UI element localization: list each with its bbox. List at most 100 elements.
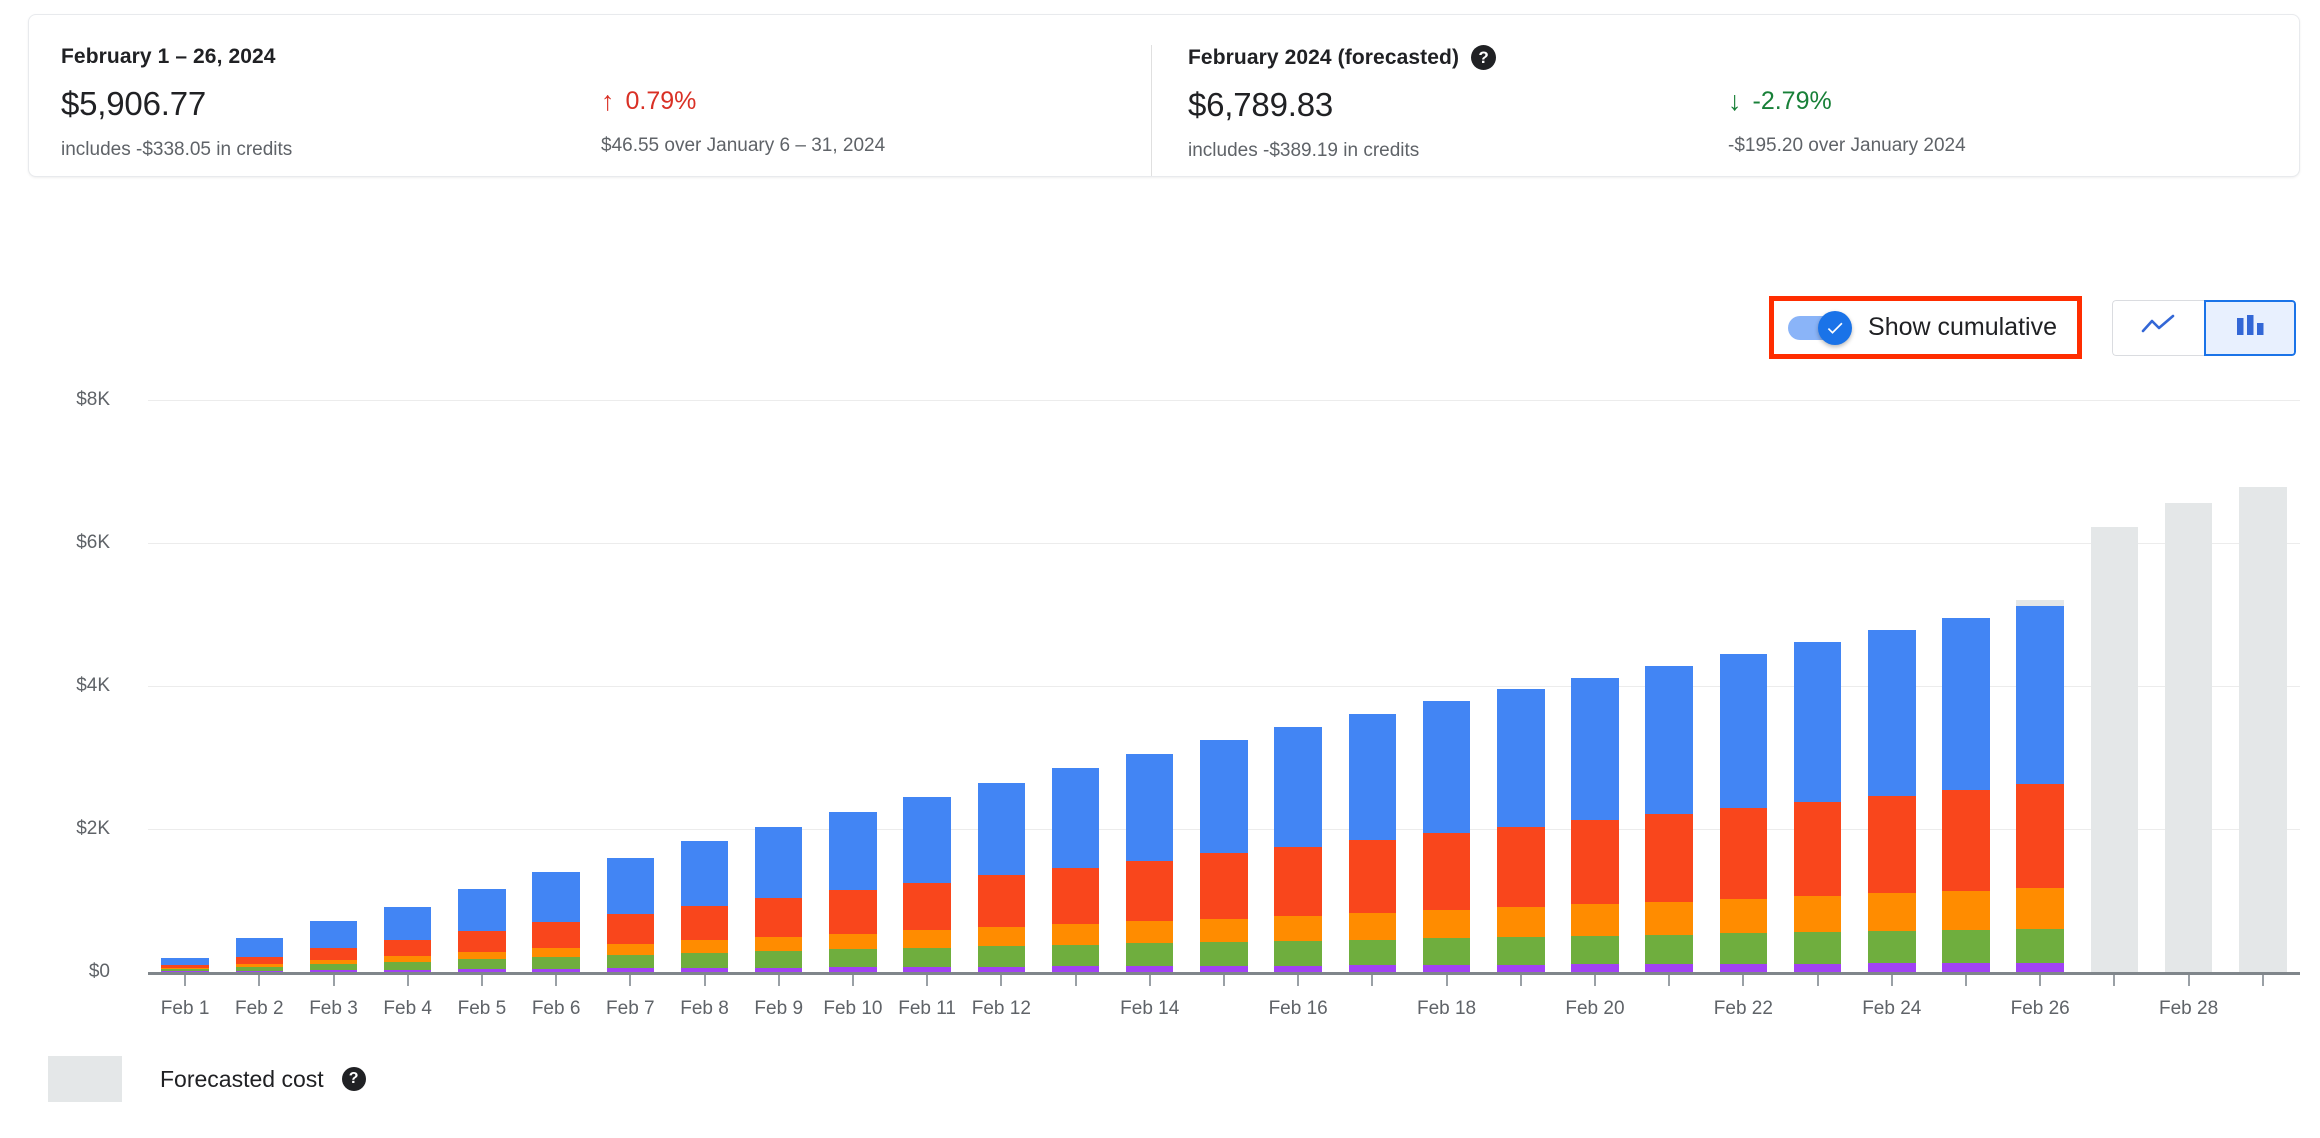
bar-segment-service-green xyxy=(1571,935,1619,965)
stacked-bar[interactable] xyxy=(1868,629,1916,972)
bar-slot[interactable] xyxy=(1038,400,1112,986)
bar-slot[interactable] xyxy=(1632,400,1706,986)
bar-segment-service-blue xyxy=(903,797,951,883)
bar-segment-service-green xyxy=(977,946,1026,967)
bar-slot[interactable]: Feb 26 xyxy=(2003,400,2077,1019)
stacked-bar[interactable] xyxy=(754,827,803,972)
stacked-bar[interactable] xyxy=(1793,641,1842,972)
help-icon[interactable]: ? xyxy=(1471,45,1497,70)
bar-slot[interactable]: Feb 24 xyxy=(1855,400,1929,1019)
stacked-bar[interactable] xyxy=(532,872,580,972)
bar-slot[interactable]: Feb 28 xyxy=(2151,400,2225,1019)
bar-segment-service-purple xyxy=(1348,965,1397,972)
bar-slot[interactable]: Feb 2 xyxy=(222,400,296,1019)
bar-slot[interactable] xyxy=(1335,400,1409,986)
x-axis-label: Feb 10 xyxy=(823,998,883,1019)
stacked-bar[interactable] xyxy=(1942,617,1990,972)
stacked-bar[interactable] xyxy=(977,782,1026,972)
bar-segment-service-green xyxy=(829,949,877,968)
stacked-bar[interactable] xyxy=(680,841,729,972)
stacked-bar[interactable] xyxy=(383,906,432,972)
stacked-bar[interactable] xyxy=(309,921,358,972)
bar-segment-service-amber xyxy=(1422,909,1471,939)
bar-segment-service-green xyxy=(1274,940,1322,966)
stacked-bar[interactable] xyxy=(1126,754,1174,972)
x-axis-label: Feb 24 xyxy=(1862,998,1922,1019)
bar-slot[interactable]: Feb 1 xyxy=(148,400,222,1019)
bar-slot[interactable]: Feb 18 xyxy=(1409,400,1483,1019)
x-axis-label: Feb 2 xyxy=(235,998,284,1019)
x-axis-tick xyxy=(1519,975,1522,986)
legend-help-icon[interactable]: ? xyxy=(341,1067,366,1091)
actual-credits: includes -$338.05 in credits xyxy=(61,139,293,160)
bar-segment-service-blue xyxy=(235,938,284,957)
bar-segment-service-amber xyxy=(1571,904,1619,936)
bar-slot[interactable]: Feb 14 xyxy=(1113,400,1187,1019)
bar-slot[interactable]: Feb 8 xyxy=(667,400,741,1019)
stacked-bar[interactable] xyxy=(1422,700,1471,972)
bar-slot[interactable]: Feb 11 xyxy=(890,400,964,1019)
stacked-bar[interactable] xyxy=(161,957,209,972)
actual-cost-section: February 1 – 26, 2024 $5,906.77 includes… xyxy=(29,45,1121,176)
bar-segment-service-amber xyxy=(458,951,506,960)
show-cumulative-toggle[interactable] xyxy=(1788,310,1853,345)
stacked-bar[interactable] xyxy=(2090,526,2139,972)
stacked-bar[interactable] xyxy=(1274,726,1322,972)
bar-slot[interactable]: Feb 4 xyxy=(371,400,445,1019)
bar-segment-forecasted-cost xyxy=(2164,502,2213,972)
bar-segment-service-green xyxy=(1200,942,1248,966)
stacked-bar[interactable] xyxy=(235,938,284,972)
forecasted-cost-swatch xyxy=(48,1056,122,1102)
bar-slot[interactable] xyxy=(2226,400,2300,986)
bar-segment-service-blue xyxy=(383,906,432,940)
bar-segment-service-red xyxy=(235,956,284,964)
bar-chart-button[interactable] xyxy=(2204,299,2296,356)
bar-segment-service-amber xyxy=(1793,896,1842,933)
stacked-bar[interactable] xyxy=(1051,768,1100,972)
bar-slot[interactable] xyxy=(2077,400,2151,986)
bar-slot[interactable]: Feb 9 xyxy=(742,400,816,1019)
stacked-bar[interactable] xyxy=(458,889,506,972)
bar-slot[interactable]: Feb 22 xyxy=(1706,400,1780,1019)
bar-slot[interactable]: Feb 6 xyxy=(519,400,593,1019)
stacked-bar[interactable] xyxy=(2164,502,2213,972)
bar-slot[interactable]: Feb 12 xyxy=(964,400,1038,1019)
stacked-bar[interactable] xyxy=(2239,486,2287,972)
bar-segment-service-blue xyxy=(1422,700,1471,834)
bar-segment-service-blue xyxy=(1051,768,1100,868)
bar-slot[interactable]: Feb 7 xyxy=(593,400,667,1019)
bar-segment-service-blue xyxy=(1868,629,1916,797)
stacked-bar[interactable] xyxy=(1200,740,1248,972)
forecast-delta-percent: -2.79% xyxy=(1752,87,1832,115)
stacked-bar[interactable] xyxy=(2016,599,2064,972)
x-axis-tick xyxy=(1074,975,1077,986)
bar-slot[interactable]: Feb 16 xyxy=(1261,400,1335,1019)
bar-slot[interactable] xyxy=(1929,400,2003,986)
x-axis-label: Feb 26 xyxy=(2010,998,2070,1019)
stacked-bar[interactable] xyxy=(829,812,877,972)
bar-slot[interactable] xyxy=(1780,400,1854,986)
bar-segment-forecasted-cost xyxy=(2239,486,2287,972)
bar-segment-service-amber xyxy=(977,927,1026,947)
stacked-bar[interactable] xyxy=(606,857,655,972)
forecasted-cost-label: Forecasted cost xyxy=(160,1065,324,1092)
x-axis-tick xyxy=(480,975,483,986)
bar-slot[interactable]: Feb 20 xyxy=(1558,400,1632,1019)
x-axis-tick xyxy=(1000,975,1003,986)
stacked-bar[interactable] xyxy=(1719,653,1768,972)
bar-slot[interactable]: Feb 3 xyxy=(296,400,370,1019)
stacked-bar[interactable] xyxy=(1571,677,1619,972)
show-cumulative-highlight-box: Show cumulative xyxy=(1769,296,2082,359)
bar-slot[interactable]: Feb 5 xyxy=(445,400,519,1019)
x-axis-tick xyxy=(2261,975,2264,986)
bar-slot[interactable] xyxy=(1187,400,1261,986)
line-chart-button[interactable] xyxy=(2112,299,2204,356)
stacked-bar[interactable] xyxy=(903,797,951,972)
x-axis-tick xyxy=(851,975,854,986)
stacked-bar[interactable] xyxy=(1348,714,1397,972)
stacked-bar[interactable] xyxy=(1645,666,1693,972)
bar-slot[interactable]: Feb 10 xyxy=(816,400,890,1019)
bar-slot[interactable] xyxy=(1484,400,1558,986)
x-axis-label: Feb 14 xyxy=(1120,998,1180,1019)
stacked-bar[interactable] xyxy=(1497,688,1545,972)
